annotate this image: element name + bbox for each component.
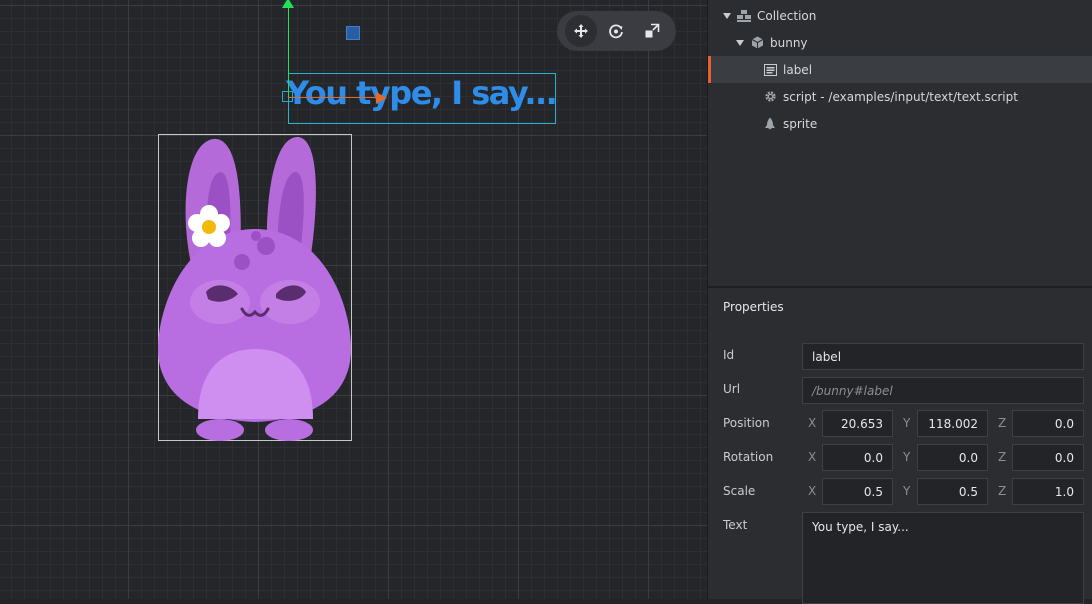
scale-x-axis-label: X [808,484,817,498]
properties-title: Properties [723,300,784,314]
position-z-field[interactable]: 0.0 [1012,410,1084,437]
scale-x-field[interactable]: 0.5 [822,478,893,505]
rotation-y-axis-label: Y [903,450,911,464]
rotation-z-axis-label: Z [998,450,1007,464]
url-label: Url [723,382,741,396]
rotation-x-field[interactable]: 0.0 [822,444,893,471]
text-textarea[interactable]: You type, I say... [802,512,1084,604]
rotation-z-field[interactable]: 0.0 [1012,444,1084,471]
sprite-icon [763,117,777,131]
rotation-label: Rotation [723,450,774,464]
outline-item-label: Collection [757,8,817,23]
label-icon [763,63,777,77]
chevron-down-icon[interactable] [723,12,731,19]
gizmo-y-arrow-icon[interactable] [282,0,294,8]
position-x-field[interactable]: 20.653 [822,410,893,437]
outline-panel: Collection bunny label script - /example… [708,0,1092,286]
scale-y-field[interactable]: 0.5 [917,478,988,505]
id-field[interactable]: label [802,343,1084,370]
position-x-axis-label: X [808,416,817,430]
scale-z-field[interactable]: 1.0 [1012,478,1084,505]
outline-item-label: label [783,62,813,77]
game-object-icon [750,36,764,50]
chevron-down-icon[interactable] [736,39,744,46]
scale-label: Scale [723,484,756,498]
outline-item-bunny[interactable]: bunny [708,29,1092,56]
position-y-field[interactable]: 118.002 [917,410,988,437]
transform-toolbar [557,11,676,51]
scene-label-text[interactable]: You type, I say... [286,74,566,112]
outline-item-collection[interactable]: Collection [708,2,1092,29]
rotation-y-field[interactable]: 0.0 [917,444,988,471]
outline-item-script[interactable]: script - /examples/input/text/text.scrip… [708,83,1092,110]
gizmo-y-axis[interactable] [288,4,289,98]
position-z-axis-label: Z [998,416,1007,430]
text-label: Text [723,518,748,532]
scale-icon [645,23,660,38]
properties-panel: Properties Id label Url /bunny#label Pos… [708,288,1092,604]
scale-z-axis-label: Z [998,484,1007,498]
scale-y-axis-label: Y [903,484,911,498]
gear-icon [763,90,777,104]
collection-icon [737,9,751,23]
rotate-tool-button[interactable] [600,15,632,47]
id-label: Id [723,348,735,362]
outline-item-label: script - /examples/input/text/text.scrip… [783,89,1018,104]
gizmo-xy-plane-handle[interactable] [346,26,360,40]
outline-item-label: bunny [770,35,808,50]
gizmo-center-handle[interactable] [282,91,293,102]
outline-item-label: sprite [783,116,818,131]
bunny-sprite[interactable] [158,134,352,441]
rotation-x-axis-label: X [808,450,817,464]
position-label: Position [723,416,770,430]
outline-item-label-component[interactable]: label [708,56,1092,83]
position-y-axis-label: Y [903,416,911,430]
gizmo-x-axis[interactable] [288,97,376,98]
gizmo-x-arrow-icon[interactable] [376,92,387,104]
move-tool-button[interactable] [564,15,597,47]
outline-item-sprite[interactable]: sprite [708,110,1092,137]
scale-tool-button[interactable] [636,15,668,47]
scene-viewport[interactable]: You type, I say... [0,0,707,599]
rotate-icon [609,24,624,39]
url-field[interactable]: /bunny#label [802,377,1084,404]
move-icon [573,24,588,38]
